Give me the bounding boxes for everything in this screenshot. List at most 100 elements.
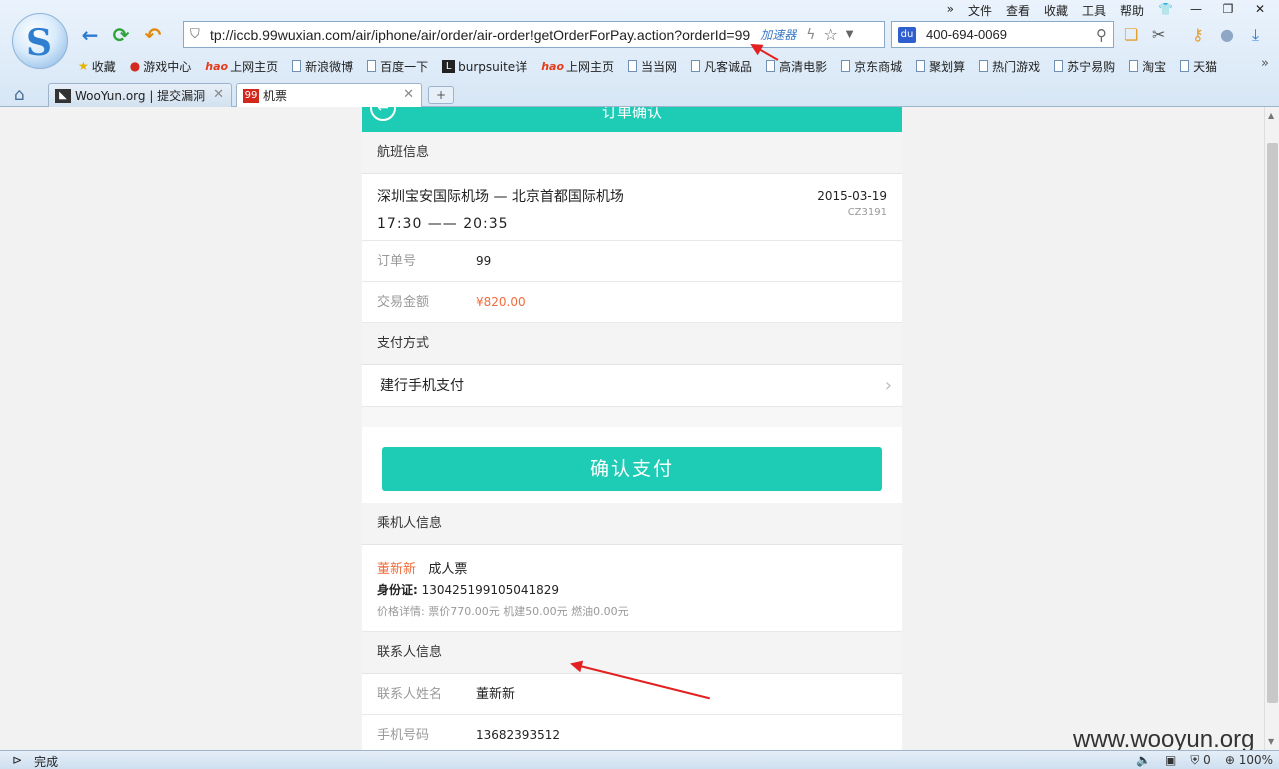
bookmarks-bar: ★ 收藏 ● 游戏中心 hao 上网主页 新浪微博 百度一下 Lburpsuite详 … [78, 56, 1231, 76]
accelerator-button[interactable]: 加速器 [760, 26, 796, 43]
favorite-star-icon[interactable]: ☆ [823, 25, 837, 44]
close-button[interactable]: ✕ [1251, 2, 1269, 19]
amount-row: 交易金额 ¥820.00 [362, 282, 902, 323]
amount-value: ¥820.00 [476, 295, 526, 309]
search-icon[interactable]: ⚲ [1096, 26, 1107, 44]
wooyun-favicon-icon: ◣ [55, 88, 71, 103]
address-bar[interactable]: ⛉ tp://iccb.99wuxian.com/air/iphone/air/… [183, 21, 885, 48]
refresh-button[interactable]: ⟳ [108, 22, 134, 48]
passenger-name: 董新新 [377, 562, 417, 577]
maximize-button[interactable]: ❐ [1219, 2, 1237, 19]
bookmark-item[interactable]: ★ 收藏 [78, 56, 116, 76]
page-icon [1054, 60, 1064, 72]
flight-info: 深圳宝安国际机场 — 北京首都国际机场 17:30 —— 20:35 2015-… [362, 174, 902, 241]
star-icon: ★ [78, 59, 89, 73]
page-icon [691, 60, 701, 72]
tab-ticket[interactable]: 99 机票 ✕ [236, 83, 422, 107]
close-tab-icon[interactable]: ✕ [213, 87, 224, 102]
page-icon [292, 60, 302, 72]
payment-method-row[interactable]: 建行手机支付 › [362, 365, 902, 407]
page-icon [628, 60, 638, 72]
price-detail: 价格详情: 票价770.00元 机建50.00元 燃油0.00元 [377, 605, 629, 618]
chevron-down-icon[interactable]: ▼ [846, 29, 854, 40]
volume-icon[interactable]: 🔈 [1136, 753, 1151, 768]
back-button[interactable]: ← [77, 22, 103, 48]
bookmark-item[interactable]: 百度一下 [367, 56, 428, 76]
bookmark-item[interactable]: Lburpsuite详 [442, 56, 527, 76]
flight-route: 深圳宝安国际机场 — 北京首都国际机场 [377, 189, 624, 205]
bookmark-item[interactable]: 聚划算 [916, 56, 965, 76]
search-input[interactable]: 400-694-0069 [926, 27, 1007, 42]
menu-favorites[interactable]: 收藏 [1044, 2, 1068, 19]
menu-help[interactable]: 帮助 [1120, 2, 1144, 19]
bookmark-item[interactable]: 京东商城 [841, 56, 902, 76]
bookmark-item[interactable]: 新浪微博 [292, 56, 353, 76]
search-box[interactable]: du 400-694-0069 ⚲ [891, 21, 1114, 48]
menu-file[interactable]: 文件 [968, 2, 992, 19]
bookmark-item[interactable]: hao 上网主页 [541, 56, 614, 76]
hao-icon: hao [541, 59, 565, 73]
key-icon[interactable]: ⚷ [1192, 25, 1204, 44]
new-tab-button[interactable]: + [428, 86, 454, 104]
bookmarks-overflow-icon[interactable]: » [1261, 56, 1269, 71]
menu-overflow-icon[interactable]: » [947, 2, 954, 19]
flight-section-title: 航班信息 [362, 132, 902, 174]
lightning-icon[interactable]: ϟ [806, 27, 815, 43]
page-icon [367, 60, 377, 72]
minimize-button[interactable]: — [1187, 2, 1205, 19]
undo-close-button[interactable]: ↶ [140, 22, 166, 48]
page-header: ← 订单确认 [362, 107, 902, 132]
tab-wooyun[interactable]: ◣ WooYun.org | 提交漏洞 ✕ [48, 83, 232, 107]
vertical-scrollbar[interactable]: ▲ ▼ [1264, 107, 1279, 750]
mobile-page: ← 订单确认 航班信息 深圳宝安国际机场 — 北京首都国际机场 17:30 ——… [362, 107, 902, 750]
confirm-area: 确认支付 [362, 407, 902, 503]
page-viewport: ← 订单确认 航班信息 深圳宝安国际机场 — 北京首都国际机场 17:30 ——… [0, 107, 1264, 750]
download-icon[interactable]: ⤓ [1252, 25, 1259, 45]
scroll-up-icon[interactable]: ▲ [1268, 111, 1274, 120]
chevron-right-icon: › [884, 375, 892, 396]
page-title: 订单确认 [601, 107, 662, 121]
close-tab-icon[interactable]: ✕ [403, 87, 414, 102]
menu-view[interactable]: 查看 [1006, 2, 1030, 19]
phone-number: 13682393512 [476, 728, 560, 742]
ticket-type: 成人票 [428, 562, 468, 577]
zoom-control[interactable]: ⊕ 100% [1225, 753, 1273, 768]
skin-icon[interactable]: 👕 [1158, 2, 1173, 19]
favicon-99-icon: 99 [243, 88, 259, 103]
bookmark-item[interactable]: 天猫 [1180, 56, 1217, 76]
screenshot-scissors-icon[interactable]: ✂ [1152, 25, 1165, 44]
home-icon[interactable]: ⌂ [14, 85, 25, 105]
bookmark-item[interactable]: 凡客诚品 [691, 56, 752, 76]
phone-row: 手机号码 13682393512 [362, 715, 902, 750]
page-icon [916, 60, 926, 72]
tab-strip: ⌂ ◣ WooYun.org | 提交漏洞 ✕ 99 机票 ✕ + [0, 82, 1279, 107]
toolbox-icon[interactable]: ▣ [1165, 753, 1176, 768]
scroll-down-icon[interactable]: ▼ [1268, 737, 1274, 746]
bookmark-item[interactable]: hao 上网主页 [205, 56, 278, 76]
bookmark-item[interactable]: 苏宁易购 [1054, 56, 1115, 76]
scrollbar-thumb[interactable] [1267, 143, 1278, 703]
flight-times: 17:30 —— 20:35 [377, 216, 509, 232]
payment-section-title: 支付方式 [362, 323, 902, 365]
bookmark-item[interactable]: ● 游戏中心 [130, 56, 192, 76]
page-icon [979, 60, 989, 72]
menu-tools[interactable]: 工具 [1082, 2, 1106, 19]
bookmark-item[interactable]: 热门游戏 [979, 56, 1040, 76]
browser-chrome: S » 文件 查看 收藏 工具 帮助 👕 — ❐ ✕ ← ⟳ ↶ ⛉ tp://… [0, 0, 1279, 107]
page-icon [841, 60, 851, 72]
shield-icon: ⛉ [190, 27, 200, 42]
flight-code: CZ3191 [847, 207, 887, 218]
baidu-engine-icon[interactable]: du [898, 26, 916, 43]
passenger-section-title: 乘机人信息 [362, 503, 902, 545]
address-url[interactable]: tp://iccb.99wuxian.com/air/iphone/air/or… [210, 27, 750, 43]
bookmark-tool-icon[interactable]: ❏ [1124, 25, 1138, 44]
bookmark-item[interactable]: 当当网 [628, 56, 677, 76]
payment-method: 建行手机支付 [380, 378, 464, 394]
security-icon[interactable]: ⛨ 0 [1190, 753, 1210, 768]
more-tools-icon[interactable]: ● [1220, 25, 1234, 44]
confirm-pay-button[interactable]: 确认支付 [382, 447, 882, 491]
status-bar: ⊳ 完成 🔈 ▣ ⛨ 0 ⊕ 100% [0, 750, 1279, 769]
browser-logo[interactable]: S [12, 13, 68, 69]
bookmark-item[interactable]: 淘宝 [1129, 56, 1166, 76]
sidebar-toggle-icon[interactable]: ⊳ [12, 753, 22, 769]
